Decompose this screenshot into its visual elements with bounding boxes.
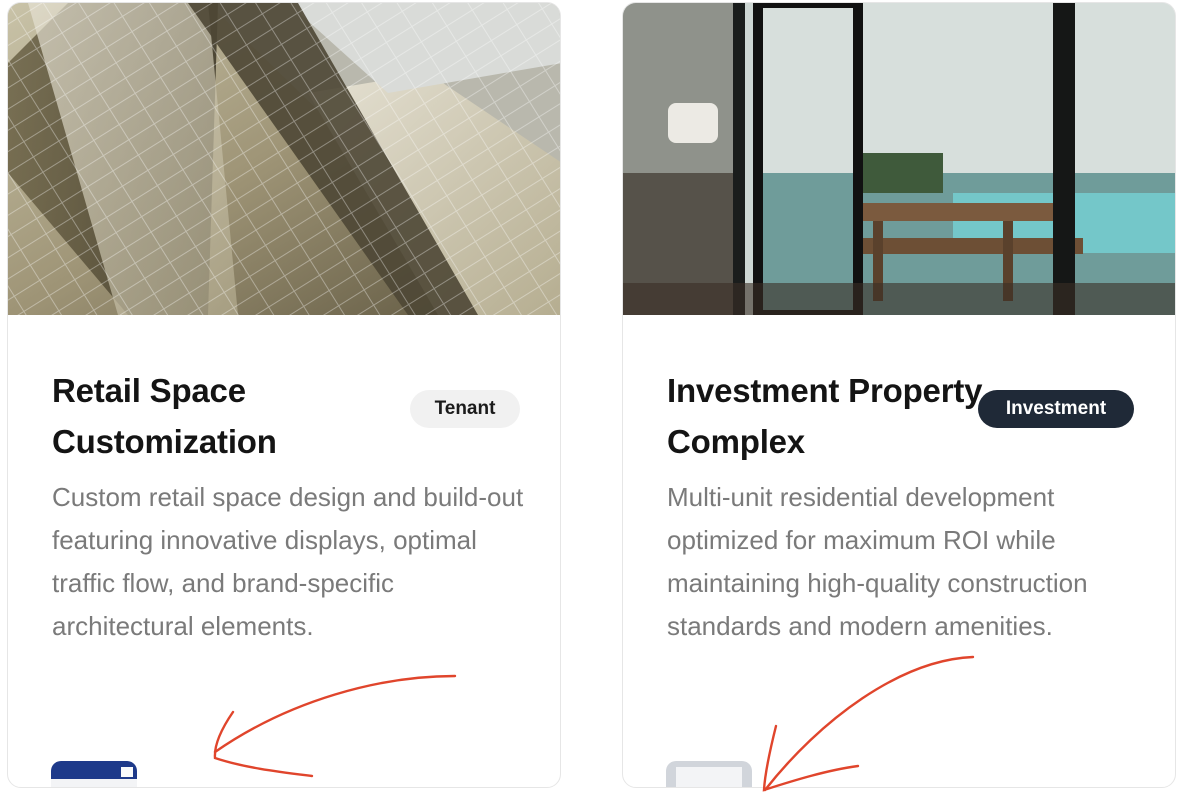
author-avatar xyxy=(51,761,137,787)
project-card-retail[interactable]: Retail Space Customization Tenant Custom… xyxy=(7,2,561,788)
project-card-investment[interactable]: Investment Property Complex Investment M… xyxy=(622,2,1176,788)
card-description: Multi-unit residential development optim… xyxy=(667,482,1088,641)
card-image-terrace-pool xyxy=(623,3,1175,315)
card-title: Investment Property Complex xyxy=(667,372,983,460)
card-title: Retail Space Customization xyxy=(52,372,277,460)
author-avatar xyxy=(666,761,752,787)
category-badge: Investment xyxy=(978,390,1134,428)
card-image-metal-facade xyxy=(8,3,560,315)
category-badge: Tenant xyxy=(410,390,520,428)
card-description: Custom retail space design and build-out… xyxy=(52,482,524,641)
